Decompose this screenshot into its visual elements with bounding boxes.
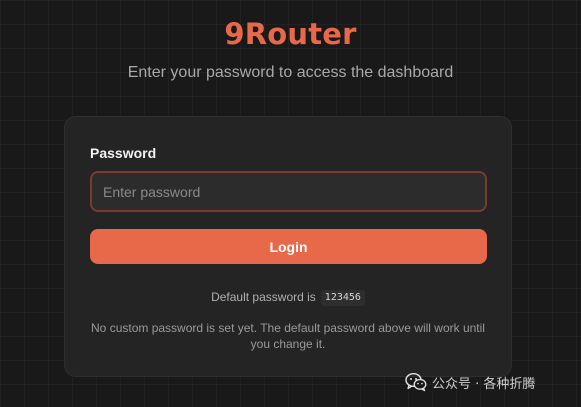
default-password-hint: Default password is 123456: [65, 289, 511, 306]
password-label: Password: [90, 145, 157, 161]
app-title: 9Router: [224, 17, 357, 51]
login-button[interactable]: Login: [90, 229, 487, 264]
default-password-text: Default password is: [211, 290, 316, 304]
login-card: Password Login Default password is 123456…: [64, 116, 512, 377]
password-input[interactable]: [90, 171, 487, 212]
watermark: 公众号 · 各种折腾: [405, 370, 535, 394]
default-password-note: No custom password is set yet. The defau…: [91, 321, 485, 351]
page-subtitle: Enter your password to access the dashbo…: [127, 64, 454, 81]
wechat-icon: [405, 372, 427, 392]
watermark-text: 公众号 · 各种折腾: [432, 376, 536, 392]
default-password-code: 123456: [320, 290, 365, 306]
